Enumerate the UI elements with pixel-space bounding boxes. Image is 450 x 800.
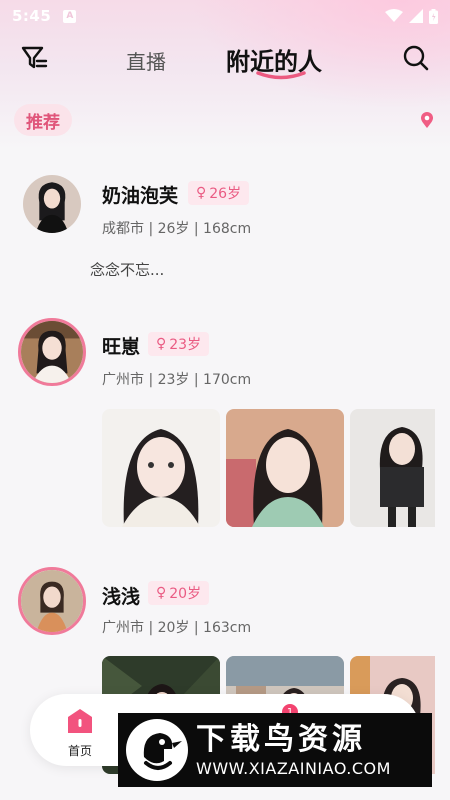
recommend-bar: 推荐 bbox=[14, 104, 434, 136]
watermark-title: 下载鸟资源 bbox=[196, 721, 366, 757]
photo-thumbnail[interactable] bbox=[350, 409, 435, 527]
avatar[interactable] bbox=[18, 567, 86, 635]
age-badge: ♀ 20岁 bbox=[148, 581, 210, 605]
user-meta: 广州市 | 20岁 | 163cm bbox=[102, 620, 252, 636]
age-badge: ♀ 26岁 bbox=[188, 181, 250, 205]
tab-live[interactable]: 直播 bbox=[126, 46, 166, 75]
status-icons bbox=[385, 8, 438, 24]
home-icon bbox=[68, 709, 92, 733]
photo-thumbnail[interactable] bbox=[226, 409, 344, 527]
nav-home-label: 首页 bbox=[67, 744, 92, 758]
avatar[interactable] bbox=[18, 318, 86, 386]
female-icon: ♀ bbox=[156, 336, 167, 352]
watermark-url: WWW.XIAZAINIAO.COM bbox=[196, 758, 391, 778]
female-icon: ♀ bbox=[156, 585, 167, 601]
age-text: 20岁 bbox=[169, 586, 202, 602]
user-name: 旺崽 bbox=[102, 336, 141, 358]
watermark-banner: 下载鸟资源 WWW.XIAZAINIAO.COM bbox=[118, 713, 432, 787]
age-text: 26岁 bbox=[209, 186, 242, 202]
search-icon[interactable] bbox=[402, 44, 430, 72]
top-header: 直播 附近的人 bbox=[0, 38, 450, 80]
watermark-text: 下载鸟资源 WWW.XIAZAINIAO.COM bbox=[196, 721, 391, 778]
location-pin-icon[interactable] bbox=[420, 112, 434, 128]
user-card[interactable]: 奶油泡芙 ♀ 26岁 成都市 | 26岁 | 168cm 念念不忘... bbox=[0, 166, 450, 286]
signal-icon bbox=[409, 9, 423, 23]
user-name: 奶油泡芙 bbox=[102, 185, 179, 207]
female-icon: ♀ bbox=[196, 185, 207, 201]
user-card[interactable]: 浅浅 ♀ 20岁 广州市 | 20岁 | 163cm bbox=[0, 567, 450, 774]
battery-icon bbox=[429, 8, 438, 24]
tab-nearby[interactable]: 附近的人 bbox=[226, 42, 322, 77]
status-time: 5:45 bbox=[12, 7, 52, 25]
user-meta: 广州市 | 23岁 | 170cm bbox=[102, 372, 252, 388]
age-text: 23岁 bbox=[169, 337, 202, 353]
user-card[interactable]: 旺崽 ♀ 23岁 广州市 | 23岁 | 170cm bbox=[0, 318, 450, 528]
age-badge: ♀ 23岁 bbox=[148, 332, 210, 356]
status-bar: 5:45 A bbox=[0, 0, 450, 32]
user-name: 浅浅 bbox=[102, 586, 141, 608]
avatar[interactable] bbox=[20, 172, 84, 236]
photo-thumbnail[interactable] bbox=[102, 409, 220, 527]
watermark-logo-icon bbox=[126, 719, 188, 781]
recommend-chip[interactable]: 推荐 bbox=[14, 104, 72, 136]
notification-icon: A bbox=[63, 9, 77, 23]
user-meta: 成都市 | 26岁 | 168cm bbox=[102, 221, 252, 237]
nav-home[interactable]: 首页 bbox=[60, 708, 100, 759]
wifi-icon bbox=[385, 9, 403, 22]
filter-icon[interactable] bbox=[20, 44, 48, 72]
user-motto: 念念不忘... bbox=[90, 261, 165, 279]
